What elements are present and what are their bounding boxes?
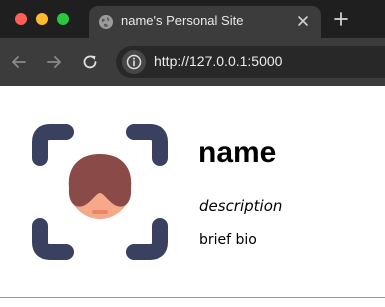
tab-title: name's Personal Site: [121, 13, 244, 28]
reload-icon[interactable]: [80, 52, 100, 72]
profile-name: name: [198, 136, 277, 169]
forward-arrow-icon[interactable]: [44, 52, 64, 72]
close-tab-icon[interactable]: [294, 12, 312, 30]
url-text: http://127.0.0.1:5000: [154, 53, 283, 69]
new-tab-icon[interactable]: [332, 10, 350, 28]
face-icon: [68, 154, 132, 219]
site-info-button[interactable]: [122, 50, 146, 74]
window-zoom-button[interactable]: [57, 13, 69, 25]
divider: [0, 297, 385, 298]
browser-tab[interactable]: name's Personal Site: [89, 6, 321, 38]
back-arrow-icon[interactable]: [9, 52, 29, 72]
profile-description: description: [199, 197, 283, 215]
window-close-button[interactable]: [15, 13, 27, 25]
page-content: name description brief bio: [0, 86, 385, 307]
browser-tab-bar: name's Personal Site: [0, 0, 385, 38]
info-icon: [126, 54, 142, 70]
browser-toolbar: http://127.0.0.1:5000: [0, 38, 385, 86]
address-bar[interactable]: http://127.0.0.1:5000: [116, 46, 385, 78]
profile-bio: brief bio: [199, 232, 257, 248]
window-minimize-button[interactable]: [36, 13, 48, 25]
globe-icon: [99, 15, 113, 29]
avatar: [32, 124, 168, 260]
